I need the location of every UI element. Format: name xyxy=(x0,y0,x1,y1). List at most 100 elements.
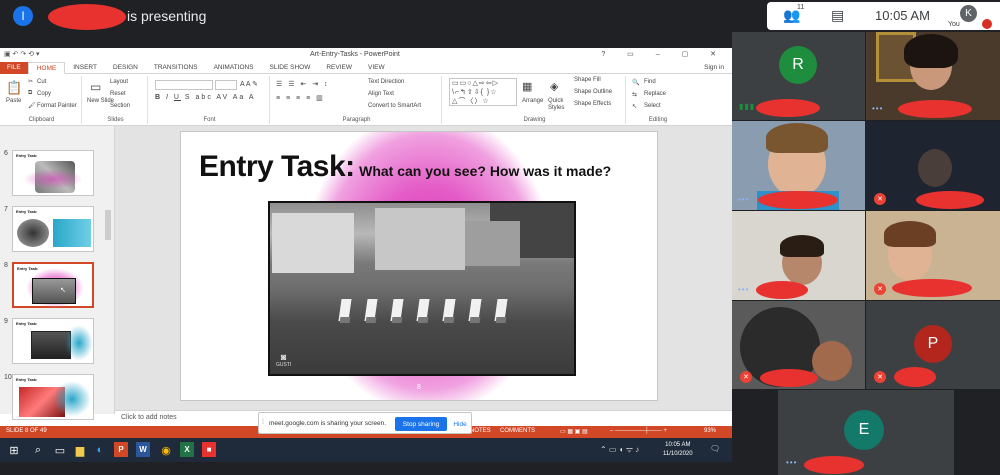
window-controls[interactable]: ? ▭ – ▢ ✕ xyxy=(601,50,726,58)
replace-button[interactable]: Replace xyxy=(644,91,666,97)
tab-design[interactable]: DESIGN xyxy=(105,62,146,74)
chrome-icon[interactable]: ◉ xyxy=(158,442,174,458)
presenter-avatar: I xyxy=(13,6,33,26)
font-name-select[interactable] xyxy=(155,80,213,90)
task-view-icon[interactable]: ▭ xyxy=(52,442,68,458)
crosswalk-shadow xyxy=(469,317,481,323)
shapes-gallery[interactable]: ▭▭○△⇨⇦▷ \⌐↰⇧⇩{ }☆ △⌒〈〉☆ xyxy=(449,78,517,106)
new-slide-icon[interactable]: ▭ xyxy=(90,80,101,94)
quick-access-toolbar[interactable]: ▣ ↶ ↷ ⟲ ▾ xyxy=(4,50,40,58)
more-options-icon[interactable]: ••• xyxy=(738,285,749,294)
thumbnail-slide-9[interactable]: Entry Task: xyxy=(12,318,94,364)
section-button[interactable]: Section xyxy=(110,103,130,109)
quick-styles-icon[interactable]: ◈ xyxy=(550,80,558,93)
powerpoint-taskbar-icon[interactable]: P xyxy=(114,442,128,457)
arrange-icon[interactable]: ▦ xyxy=(522,80,532,93)
format-painter-button[interactable]: Format Painter xyxy=(37,103,77,109)
replace-icon[interactable]: ⇆ xyxy=(632,91,637,98)
tab-view[interactable]: VIEW xyxy=(360,62,393,74)
thumbnail-slide-6[interactable]: Entry Task: xyxy=(12,150,94,196)
select-button[interactable]: Select xyxy=(644,103,661,109)
shape-effects-button[interactable]: Shape Effects xyxy=(574,101,611,107)
tab-home[interactable]: HOME xyxy=(27,61,66,74)
shape-outline-button[interactable]: Shape Outline xyxy=(574,89,612,95)
tab-review[interactable]: REVIEW xyxy=(318,62,360,74)
edge-icon[interactable]: ◐ xyxy=(92,442,108,458)
list-buttons[interactable]: ☰ ☰ ⇤ ⇥ ↕ xyxy=(276,80,330,88)
stop-sharing-button[interactable]: Stop sharing xyxy=(395,417,447,431)
excel-taskbar-icon[interactable]: X xyxy=(180,442,194,457)
system-tray-icons[interactable]: ⌃ ▭ ◖ ᯤ ♪ xyxy=(600,444,639,455)
shape-fill-button[interactable]: Shape Fill xyxy=(574,77,601,83)
windows-start-icon[interactable]: ⊞ xyxy=(6,442,22,458)
sign-in-link[interactable]: Sign in xyxy=(696,62,732,74)
notifications-icon[interactable]: 🗨 xyxy=(710,444,720,453)
search-icon[interactable]: ⌕ xyxy=(30,442,46,458)
participant-tile-e[interactable]: E ••• xyxy=(778,390,954,475)
thumbnail-slide-7[interactable]: Entry Task: xyxy=(12,206,94,252)
tab-transitions[interactable]: TRANSITIONS xyxy=(146,62,206,74)
convert-smartart-button[interactable]: Convert to SmartArt xyxy=(368,103,421,109)
quick-styles-button[interactable]: Quick Styles xyxy=(548,98,570,112)
copy-button[interactable]: Copy xyxy=(37,91,51,97)
slide-canvas[interactable]: Entry Task: What can you see? How was it… xyxy=(180,131,658,401)
font-style-buttons[interactable]: B I U S abc AV Aa A xyxy=(155,94,256,101)
reset-button[interactable]: Reset xyxy=(110,91,126,97)
thumbnail-scrollbar[interactable] xyxy=(105,210,111,240)
paste-button[interactable]: Paste xyxy=(6,98,21,104)
thumb-splash xyxy=(23,169,83,189)
cut-icon[interactable]: ✂ xyxy=(28,78,33,85)
select-icon[interactable]: ↖ xyxy=(632,103,637,110)
street-crossing-photo[interactable]: ◙ GUSTI xyxy=(268,201,576,376)
participant-tile-video[interactable]: ✕ xyxy=(866,211,1000,300)
cut-button[interactable]: Cut xyxy=(37,79,46,85)
more-options-icon[interactable]: ••• xyxy=(786,458,797,467)
drag-handle-icon[interactable]: ⁞ xyxy=(262,419,264,426)
copy-icon[interactable]: ⧉ xyxy=(28,90,32,97)
hide-button[interactable]: Hide xyxy=(451,417,469,431)
view-buttons[interactable]: ▭ ▦ ▣ ▤ xyxy=(560,428,588,435)
taskbar-date: 11/10/2020 xyxy=(663,451,693,457)
zoom-level[interactable]: 93% xyxy=(704,428,716,434)
participant-tile-video[interactable]: ••• xyxy=(732,121,865,210)
tab-slide-show[interactable]: SLIDE SHOW xyxy=(262,62,319,74)
text-direction-button[interactable]: Text Direction xyxy=(368,79,404,85)
find-icon[interactable]: 🔍 xyxy=(632,79,639,86)
more-options-icon[interactable]: ••• xyxy=(872,104,883,113)
participant-tile-video[interactable]: ✕ xyxy=(866,121,1000,210)
taskbar-clock[interactable]: 10:05 AM 11/10/2020 xyxy=(663,441,693,459)
participant-tile-p[interactable]: P ✕ xyxy=(866,301,1000,389)
slide-title[interactable]: Entry Task: What can you see? How was it… xyxy=(199,150,611,184)
file-explorer-icon[interactable]: ▆ xyxy=(72,442,88,458)
font-size-select[interactable] xyxy=(215,80,237,90)
taskbar-app-icon[interactable]: ■ xyxy=(202,442,216,457)
format-painter-icon[interactable]: 🖌 xyxy=(28,102,36,109)
participant-tile-video[interactable]: ••• xyxy=(866,32,1000,120)
word-taskbar-icon[interactable]: W xyxy=(136,442,150,457)
layout-button[interactable]: Layout xyxy=(110,79,128,85)
crosswalk-shadow xyxy=(443,317,455,323)
participant-tile-video[interactable]: ••• xyxy=(732,211,865,300)
comments-toggle[interactable]: COMMENTS xyxy=(500,428,535,434)
thumbnail-slide-10[interactable]: Entry Task: xyxy=(12,374,94,420)
crosswalk-shadow xyxy=(417,317,429,323)
tab-animations[interactable]: ANIMATIONS xyxy=(206,62,262,74)
font-size-buttons[interactable]: A A ✎ xyxy=(240,80,258,88)
find-button[interactable]: Find xyxy=(644,79,656,85)
zoom-slider[interactable]: – ───────┼─── + xyxy=(610,428,667,434)
align-buttons[interactable]: ≡ ≡ ≡ ≡ ▥ xyxy=(276,94,325,102)
chat-icon[interactable]: ▤ xyxy=(831,7,844,24)
participant-tile-video[interactable]: ✕ xyxy=(732,301,865,389)
tab-file[interactable]: FILE xyxy=(0,61,28,74)
tab-insert[interactable]: INSERT xyxy=(65,62,105,74)
more-options-icon[interactable]: ••• xyxy=(738,195,749,204)
notes-toggle[interactable]: NOTES xyxy=(470,428,491,434)
participant-tile-r[interactable]: R ▮▮▮ xyxy=(732,32,865,120)
mic-off-icon: ✕ xyxy=(740,371,752,383)
thumbnail-slide-8[interactable]: Entry Task: ↖ xyxy=(12,262,94,308)
paste-icon[interactable]: 📋 xyxy=(6,80,22,96)
align-text-button[interactable]: Align Text xyxy=(368,91,394,97)
you-avatar[interactable]: K xyxy=(960,5,977,22)
slide-thumbnail-pane: 6 Entry Task: 7 Entry Task: 8 Entry Task… xyxy=(0,126,115,420)
arrange-button[interactable]: Arrange xyxy=(522,98,543,104)
